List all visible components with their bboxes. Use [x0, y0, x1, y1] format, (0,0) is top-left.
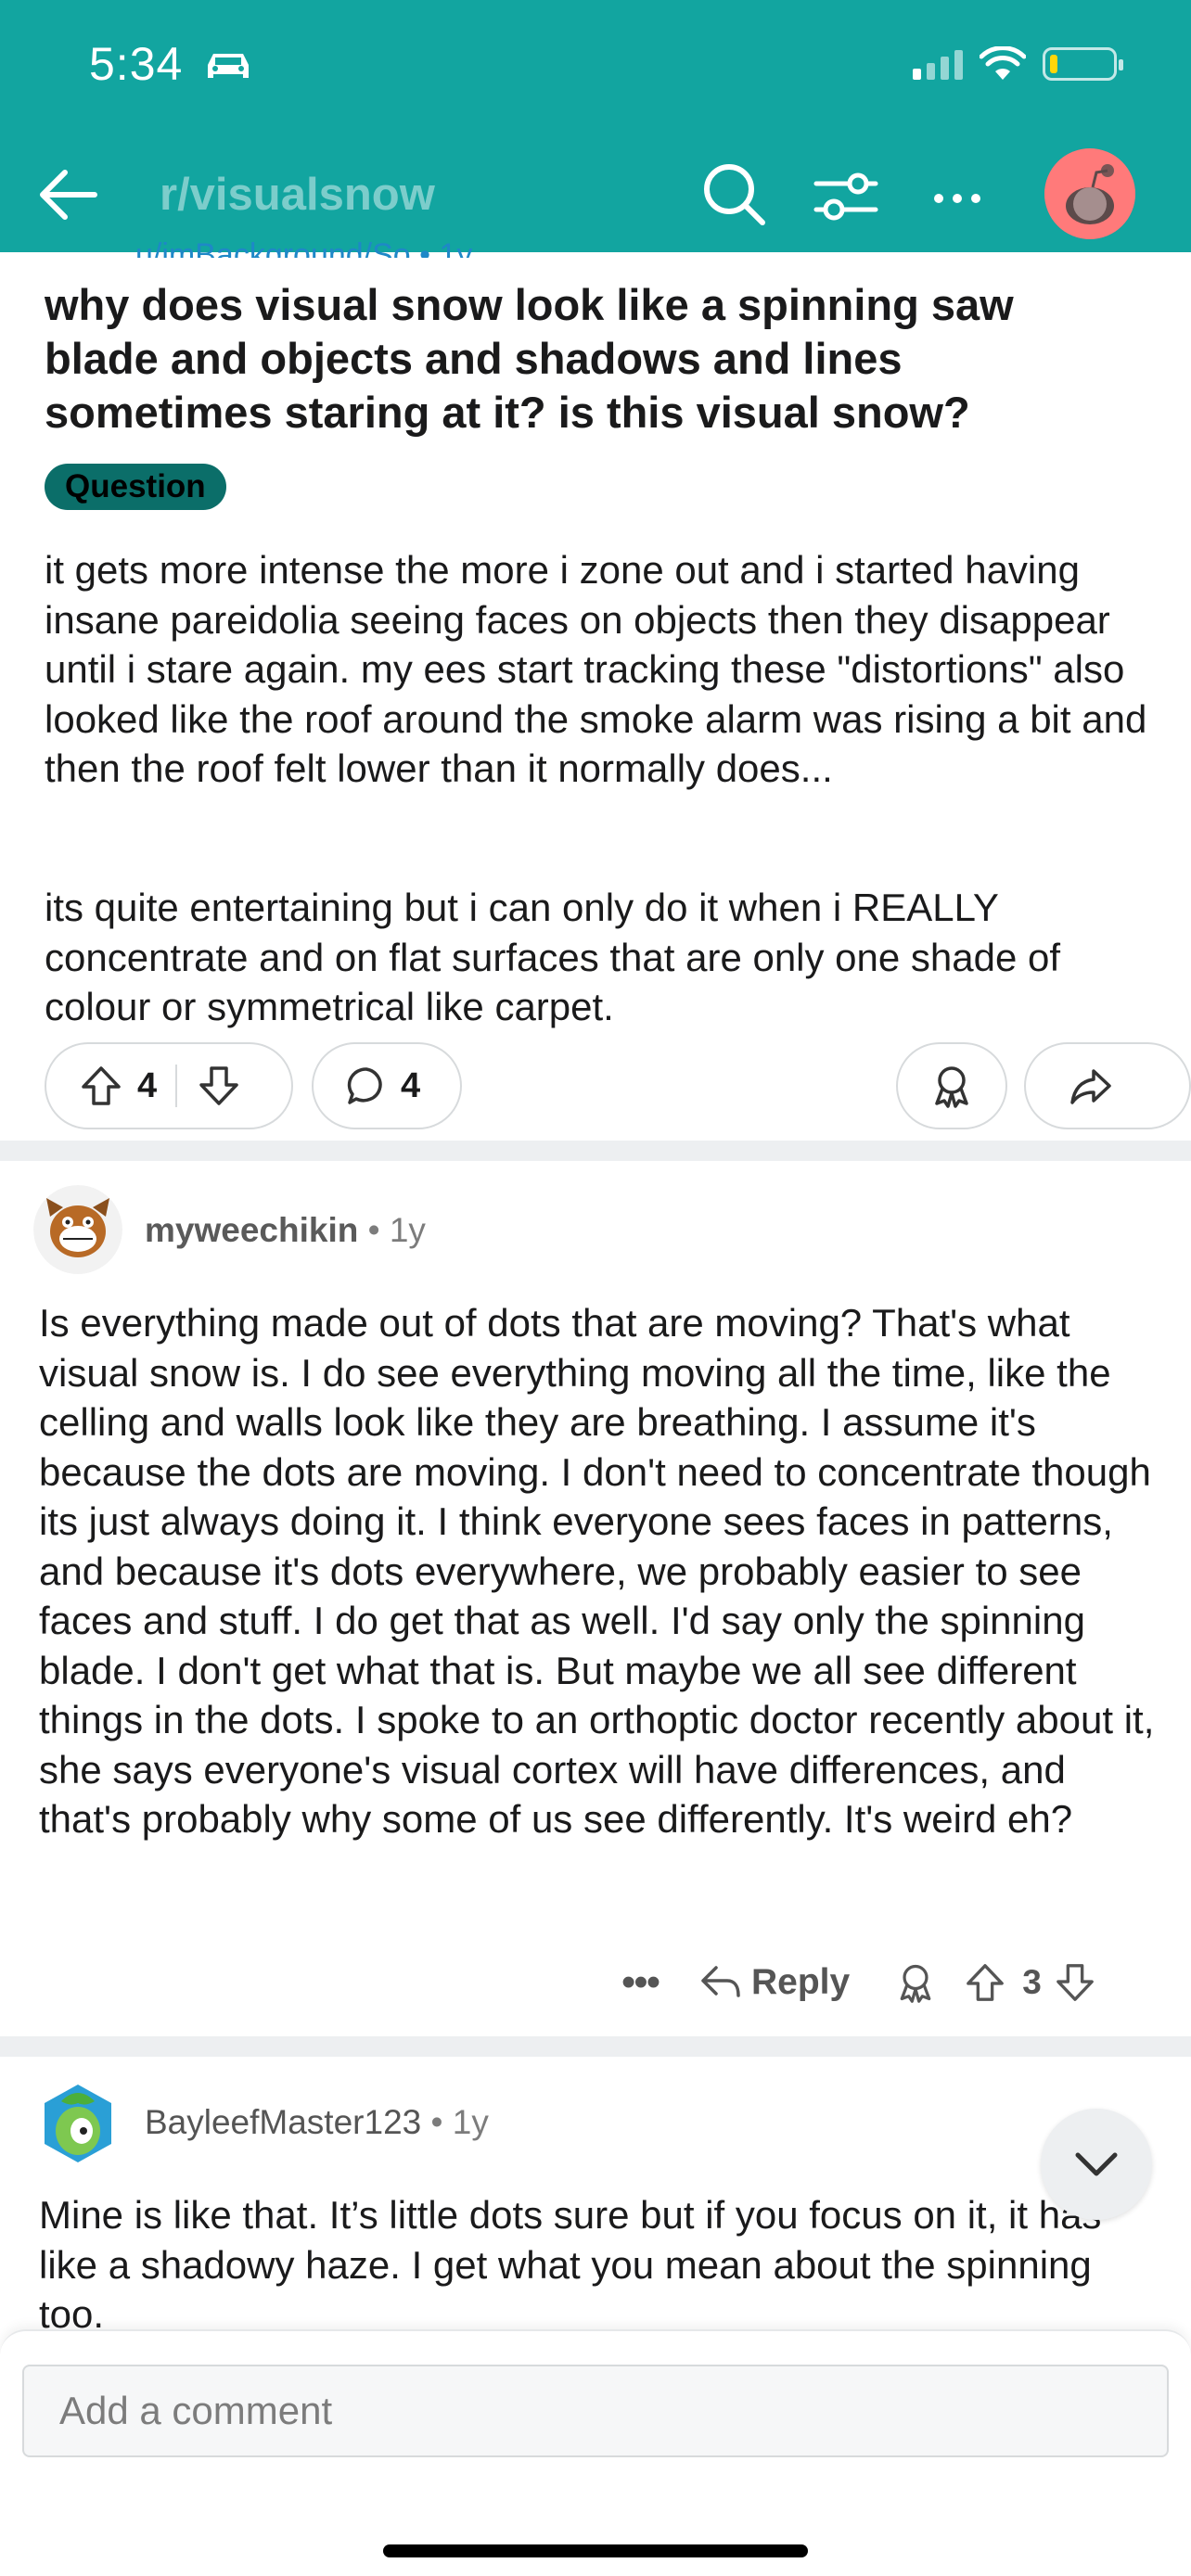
scroll-down-button[interactable] [1041, 2109, 1152, 2220]
comment-count: 4 [401, 1065, 421, 1105]
comments-button[interactable]: 4 [312, 1042, 462, 1129]
award-icon [928, 1063, 975, 1109]
comment-username[interactable]: myweechikin [145, 1211, 358, 1249]
reply-button[interactable]: Reply [699, 1962, 850, 2003]
award-button[interactable] [896, 1042, 1007, 1129]
comment-meta: myweechikin • 1y [145, 1211, 426, 1250]
subreddit-name[interactable]: r/visualsnow [160, 169, 435, 221]
upvote-icon[interactable] [80, 1065, 122, 1107]
more-icon[interactable] [920, 158, 994, 232]
share-icon [1069, 1064, 1113, 1108]
comment-avatar[interactable] [33, 2079, 122, 2168]
status-time: 5:34 [89, 38, 184, 90]
wifi-icon [980, 46, 1026, 82]
comment-body: Is everything made out of dots that are … [39, 1301, 1155, 1841]
app-header: 5:34 r/visualsnow [0, 0, 1191, 252]
post-paragraph: it gets more intense the more i zone out… [45, 548, 1147, 790]
comment-avatar[interactable] [33, 1185, 122, 1274]
meta-separator: • [367, 1211, 390, 1249]
filter-icon[interactable] [809, 158, 883, 232]
comment-score: 3 [1022, 1963, 1042, 2001]
signal-icon [913, 48, 963, 80]
home-indicator[interactable] [383, 2544, 808, 2557]
user-avatar[interactable] [1044, 148, 1135, 239]
car-icon [202, 48, 254, 85]
section-divider [0, 2036, 1191, 2057]
upvote-icon[interactable] [965, 1962, 1005, 2003]
comment-meta: BayleefMaster123 • 1y [145, 2103, 489, 2142]
nav-bar: r/visualsnow [0, 148, 1191, 241]
comment-username[interactable]: BayleefMaster123 [145, 2103, 421, 2141]
chevron-down-icon [1069, 2136, 1124, 2192]
battery-icon [1043, 47, 1123, 81]
reply-icon [699, 1964, 742, 2001]
meta-separator: • [430, 2103, 453, 2141]
back-arrow-icon[interactable] [33, 158, 108, 232]
comment-body: Mine is like that. It’s little dots sure… [39, 2193, 1102, 2336]
search-icon[interactable] [698, 158, 772, 232]
post-paragraph: its quite entertaining but i can only do… [45, 886, 1061, 1028]
section-divider [0, 1141, 1191, 1161]
downvote-icon[interactable] [198, 1065, 240, 1107]
comment-age: 1y [452, 2103, 489, 2141]
post-flair: Question [45, 464, 226, 510]
comment-composer: Add a comment [0, 2329, 1191, 2576]
vote-count: 4 [137, 1065, 158, 1105]
post-author-peek: u/imBackground/So • 1y [135, 237, 473, 258]
award-icon[interactable] [894, 1961, 937, 2004]
post-title: why does visual snow look like a spinnin… [45, 280, 1014, 437]
downvote-icon[interactable] [1055, 1962, 1095, 2003]
status-icons [913, 46, 1123, 82]
post-vote-pill: 4 [45, 1042, 293, 1129]
add-comment-input[interactable]: Add a comment [22, 2365, 1169, 2457]
vote-separator [175, 1065, 178, 1107]
comment-icon [345, 1065, 388, 1107]
reply-label: Reply [751, 1962, 851, 2002]
comment-age: 1y [389, 1211, 426, 1249]
comment-actions: ••• Reply 3 [612, 1949, 1150, 2016]
more-options-icon[interactable]: ••• [612, 1959, 668, 2006]
share-button[interactable] [1024, 1042, 1191, 1129]
